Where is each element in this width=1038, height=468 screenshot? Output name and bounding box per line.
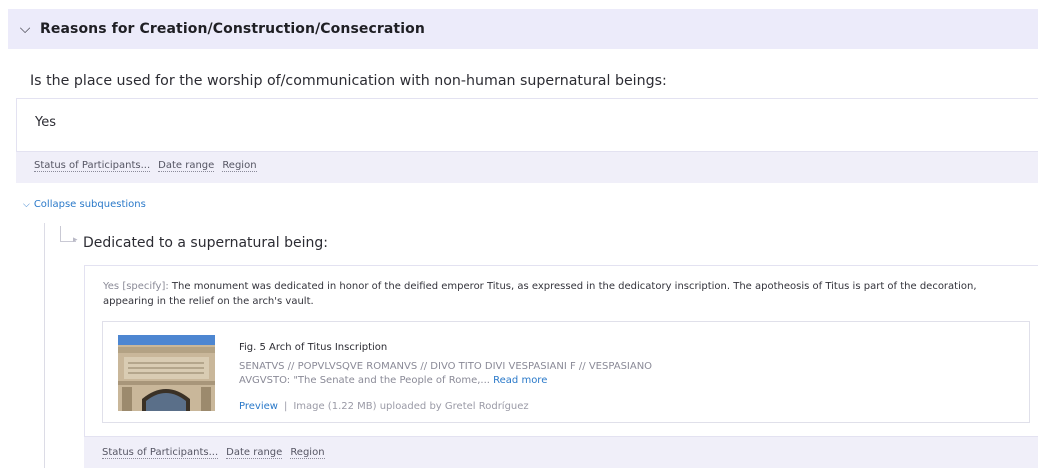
tag-status-of-participants[interactable]: Status of Participants...: [102, 447, 219, 459]
subquestion-guide-line: [44, 223, 45, 468]
media-attachment: Fig. 5 Arch of Titus Inscription SENATVS…: [102, 321, 1030, 423]
collapse-label: Collapse subquestions: [33, 199, 146, 210]
tag-region[interactable]: Region: [222, 160, 257, 172]
answer-card: Yes Status of Participants... Date range…: [16, 98, 1038, 183]
specify-answer: Yes [specify]: The monument was dedicate…: [103, 279, 1003, 309]
specify-text: The monument was dedicated in honor of t…: [103, 281, 977, 307]
media-description-text: SENATVS // POPVLVSQVE ROMANVS // DIVO TI…: [239, 361, 653, 386]
answer-tags: Status of Participants... Date range Reg…: [34, 160, 257, 172]
chevron-down-icon: ⌵: [23, 199, 30, 210]
arrow-right-icon: ▸: [73, 235, 78, 245]
specify-label: Yes [specify]:: [103, 281, 169, 292]
subquestion-card: Yes [specify]: The monument was dedicate…: [84, 265, 1038, 468]
meta-separator: |: [283, 401, 288, 412]
tag-region[interactable]: Region: [290, 447, 325, 459]
section-header[interactable]: ⌵ Reasons for Creation/Construction/Cons…: [8, 9, 1038, 49]
media-description: SENATVS // POPVLVSQVE ROMANVS // DIVO TI…: [239, 360, 679, 388]
collapse-subquestions-link[interactable]: ⌵ Collapse subquestions: [23, 199, 146, 210]
read-more-link[interactable]: Read more: [493, 375, 547, 386]
tag-date-range[interactable]: Date range: [226, 447, 283, 459]
question-text: Is the place used for the worship of/com…: [30, 73, 667, 89]
subquestion-tags: Status of Participants... Date range Reg…: [102, 447, 325, 459]
media-info: Image (1.22 MB) uploaded by Gretel Rodrí…: [293, 401, 529, 412]
subquestion-answer-box: Yes [specify]: The monument was dedicate…: [84, 265, 1038, 437]
arch-thumbnail[interactable]: [118, 335, 215, 411]
tag-date-range[interactable]: Date range: [158, 160, 215, 172]
subquestion-text: Dedicated to a supernatural being:: [83, 235, 328, 251]
chevron-down-icon[interactable]: ⌵: [10, 21, 40, 37]
tag-status-of-participants[interactable]: Status of Participants...: [34, 160, 151, 172]
section-title: Reasons for Creation/Construction/Consec…: [40, 21, 425, 37]
answer-box: Yes: [16, 98, 1038, 152]
answer-value: Yes: [35, 115, 56, 130]
media-title: Fig. 5 Arch of Titus Inscription: [239, 342, 388, 353]
media-meta: Preview | Image (1.22 MB) uploaded by Gr…: [239, 401, 529, 412]
preview-link[interactable]: Preview: [239, 401, 278, 412]
